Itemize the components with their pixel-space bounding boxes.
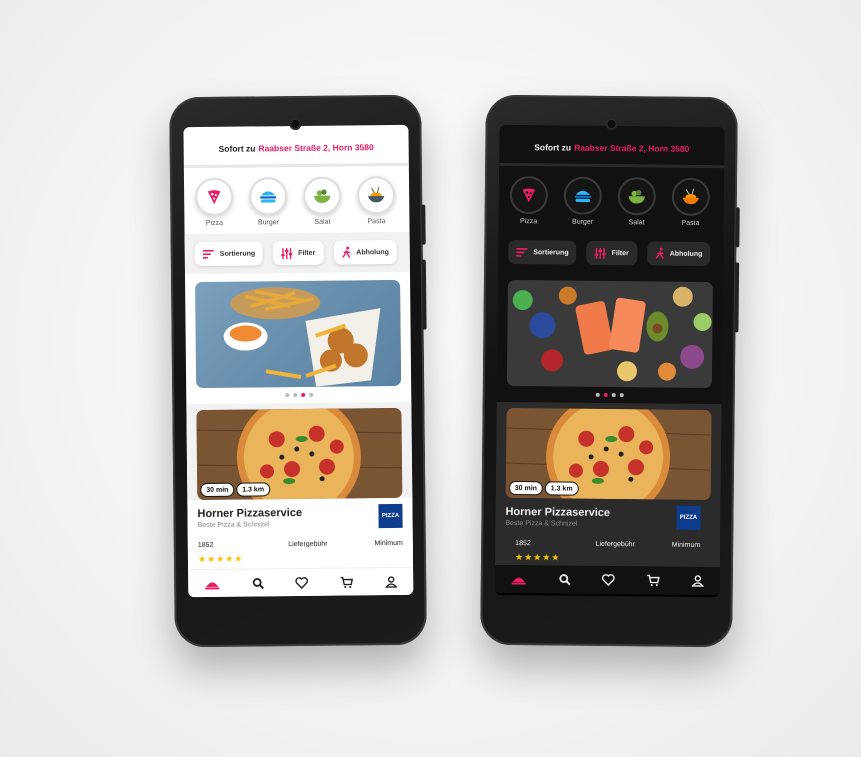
sort-icon <box>516 248 528 257</box>
restaurant-subtitle: Beste Pizza & Schnizel <box>197 521 270 530</box>
delivery-fee-label: Liefergebühr <box>595 540 635 549</box>
category-label: Burger <box>257 219 279 227</box>
pizza-icon <box>207 190 221 205</box>
category-label: Pizza <box>205 219 224 227</box>
heart-icon[interactable] <box>295 576 309 589</box>
filter-bar: Sortierung Filter Abholung <box>184 231 410 275</box>
search-icon[interactable] <box>558 573 571 586</box>
delivery-fee-label: Liefergebühr <box>288 540 328 549</box>
salad-icon <box>628 190 645 204</box>
filter-label: Filter <box>611 249 629 257</box>
filter-chip[interactable]: Filter <box>586 240 637 266</box>
category-label: Salat <box>314 218 331 226</box>
category-pasta[interactable]: Pasta <box>356 175 397 232</box>
category-row: Pizza Burger Salat Pasta <box>498 166 724 234</box>
filter-chip[interactable]: Filter <box>273 240 324 266</box>
salad-icon <box>314 189 331 203</box>
category-salat[interactable]: Salat <box>616 177 657 233</box>
delivery-time-badge: 30 min <box>201 483 234 497</box>
promo-banner-fish-chips[interactable] <box>195 279 402 389</box>
home-icon[interactable] <box>511 573 527 585</box>
filter-icon <box>595 247 607 259</box>
address-value: Raabser Straße 2, Horn 3580 <box>574 142 690 154</box>
power-button <box>421 259 427 330</box>
phone-dark-mode: Sofort zu Raabser Straße 2, Horn 3580 Pi… <box>480 94 740 648</box>
restaurant-card[interactable]: 30 min 1.3 km Horner Pizzaservice Beste … <box>494 401 722 571</box>
cart-icon[interactable] <box>647 574 660 587</box>
volume-button <box>421 204 426 245</box>
category-burger[interactable]: Burger <box>562 176 603 233</box>
app-screen-dark: Sofort zu Raabser Straße 2, Horn 3580 Pi… <box>494 124 725 598</box>
delivery-address-bar[interactable]: Sofort zu Raabser Straße 2, Horn 3580 <box>499 125 724 165</box>
walking-icon <box>655 247 664 259</box>
phone-light-mode: Sofort zu Raabser Straße 2, Horn 3580 Pi… <box>169 94 427 648</box>
pickup-label: Abholung <box>669 250 703 258</box>
sort-chip[interactable]: Sortierung <box>194 241 264 267</box>
healthy-food-image <box>506 279 713 389</box>
power-button <box>734 262 740 333</box>
rating-stars: ★★★★★ <box>514 552 561 563</box>
minimum-label: Minimum <box>374 539 403 548</box>
rating-count: 1852 <box>197 541 214 550</box>
sort-label: Sortierung <box>219 249 256 258</box>
app-screen-light: Sofort zu Raabser Straße 2, Horn 3580 Pi… <box>183 124 414 598</box>
distance-badge: 1.3 km <box>545 482 578 495</box>
filter-label: Filter <box>298 249 316 257</box>
bottom-navigation <box>494 564 720 596</box>
burger-icon <box>260 191 277 203</box>
restaurant-card[interactable]: 30 min 1.3 km Horner Pizzaservice Beste … <box>186 401 414 571</box>
restaurant-name: Horner Pizzaservice <box>197 506 303 521</box>
category-pizza[interactable]: Pizza <box>194 177 235 234</box>
sort-chip[interactable]: Sortierung <box>508 239 577 265</box>
promo-banner-healthy-food[interactable] <box>506 279 713 389</box>
category-burger[interactable]: Burger <box>248 177 289 233</box>
category-label: Burger <box>572 218 594 226</box>
category-row: Pizza Burger Salat Pasta <box>184 166 410 234</box>
pickup-chip[interactable]: Abholung <box>646 241 711 267</box>
rating-count: 1852 <box>515 540 531 548</box>
pasta-icon <box>682 188 699 205</box>
pickup-chip[interactable]: Abholung <box>333 239 398 265</box>
pizza-image: 30 min 1.3 km <box>505 407 712 501</box>
address-prefix: Sofort zu <box>218 143 256 154</box>
rating-stars: ★★★★★ <box>197 553 244 565</box>
delivery-time-badge: 30 min <box>509 481 543 495</box>
category-pizza[interactable]: Pizza <box>508 175 549 232</box>
address-prefix: Sofort zu <box>534 142 572 153</box>
delivery-address-bar[interactable]: Sofort zu Raabser Straße 2, Horn 3580 <box>183 125 408 165</box>
category-pasta[interactable]: Pasta <box>670 177 711 234</box>
sort-icon <box>202 249 214 259</box>
restaurant-logo: PIZZA <box>676 505 701 530</box>
filter-icon <box>281 247 293 259</box>
address-value: Raabser Straße 2, Horn 3580 <box>258 142 374 154</box>
category-label: Salat <box>628 219 645 227</box>
volume-button <box>735 207 740 248</box>
category-label: Pasta <box>681 219 700 227</box>
heart-icon[interactable] <box>602 574 616 586</box>
filter-bar: Sortierung Filter Abholung <box>498 232 723 274</box>
category-salat[interactable]: Salat <box>302 176 343 233</box>
pizza-image: 30 min 1.3 km <box>196 407 403 501</box>
user-icon[interactable] <box>385 575 398 588</box>
category-label: Pizza <box>519 218 538 226</box>
fish-and-chips-image <box>195 279 402 389</box>
front-camera <box>605 117 618 131</box>
minimum-label: Minimum <box>671 541 701 549</box>
distance-badge: 1.3 km <box>237 483 270 496</box>
burger-icon <box>574 190 591 203</box>
search-icon[interactable] <box>252 577 264 589</box>
front-camera <box>289 117 302 131</box>
restaurant-logo: PIZZA <box>378 503 403 529</box>
pasta-icon <box>368 186 385 203</box>
home-icon[interactable] <box>204 577 220 589</box>
user-icon[interactable] <box>691 575 704 587</box>
cart-icon[interactable] <box>340 576 354 588</box>
pickup-label: Abholung <box>356 248 389 256</box>
walking-icon <box>341 246 350 258</box>
bottom-navigation <box>188 566 414 598</box>
category-label: Pasta <box>367 218 386 226</box>
pizza-icon <box>522 188 536 203</box>
sort-label: Sortierung <box>533 248 569 257</box>
